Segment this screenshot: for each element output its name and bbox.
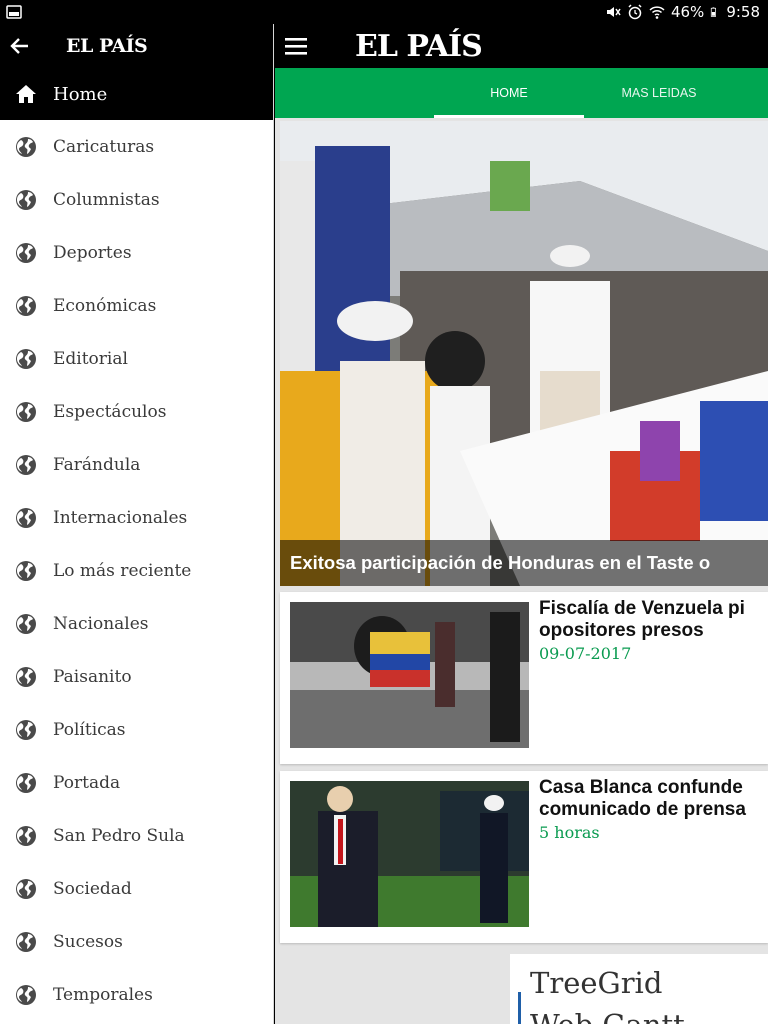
drawer-item[interactable]: Deportes [0,226,273,279]
drawer-header: EL PAÍS [0,24,273,68]
globe-icon [16,719,36,740]
drawer-item-label: Sociedad [53,878,132,899]
app-logo-text: EL PAÍS [355,29,483,64]
drawer-item[interactable]: Nacionales [0,597,273,650]
article-thumbnail [290,781,529,927]
globe-icon [16,348,36,369]
drawer-item-label: Home [53,83,108,105]
ad-accent-bar [518,992,521,1024]
tab-mas-leidas[interactable]: MAS LEIDAS [584,68,734,118]
app-logo: EL PAÍS [355,29,483,64]
drawer-item[interactable]: Caricaturas [0,120,273,173]
section-list: Caricaturas Columnistas Deportes Económicas… [0,120,273,1021]
drawer-item[interactable]: San Pedro Sula [0,809,273,862]
drawer-item[interactable]: Internacionales [0,491,273,544]
ad-banner[interactable]: TreeGrid Web Gantt [510,954,768,1024]
globe-icon [16,666,36,687]
globe-icon [16,825,36,846]
globe-icon [16,613,36,634]
drawer-item-label: San Pedro Sula [53,825,185,846]
drawer-item[interactable]: Farándula [0,438,273,491]
ad-subtitle: Web Gantt [530,1008,685,1024]
tab-home-label: HOME [490,86,528,100]
drawer-item-label: Políticas [53,719,126,740]
globe-icon [16,560,36,581]
tab-indicator [434,115,584,118]
article-card[interactable]: Casa Blanca confunde comunicado de prens… [280,771,768,943]
drawer-logo: EL PAÍS [66,35,148,57]
tab-home[interactable]: HOME [434,68,584,118]
globe-icon [16,401,36,422]
tab-bar: HOME MAS LEIDAS [275,68,768,118]
drawer-item-label: Farándula [53,454,141,475]
globe-icon [16,295,36,316]
globe-icon [16,189,36,210]
app-bar: EL PAÍS [275,24,768,68]
drawer-item[interactable]: Paisanito [0,650,273,703]
main-content: EL PAÍS HOME MAS LEIDAS Exitosa particip… [275,24,768,1024]
drawer-item[interactable]: Lo más reciente [0,544,273,597]
navigation-drawer: EL PAÍS Home Caricaturas Columnistas Depor… [0,24,274,1024]
clock: 9:58 [726,3,760,21]
globe-icon [16,136,36,157]
home-icon [16,85,36,103]
menu-icon[interactable] [285,35,307,57]
globe-icon [16,984,36,1005]
drawer-item[interactable]: Espectáculos [0,385,273,438]
article-card[interactable]: Fiscalía de Venzuela pi opositores preso… [280,592,768,764]
drawer-item-label: Deportes [53,242,132,263]
drawer-item[interactable]: Sucesos [0,915,273,968]
drawer-item-label: Editorial [53,348,128,369]
drawer-item-label: Caricaturas [53,136,155,157]
article-title: Casa Blanca confunde comunicado de prens… [539,777,746,820]
article-date: 09-07-2017 [539,644,632,663]
mute-icon [606,7,621,17]
drawer-item-label: Nacionales [53,613,149,634]
hero-image [280,121,768,586]
globe-icon [16,931,36,952]
drawer-item-label: Columnistas [53,189,160,210]
article-title: Fiscalía de Venzuela pi opositores preso… [539,598,745,641]
drawer-item[interactable]: Columnistas [0,173,273,226]
globe-icon [16,772,36,793]
drawer-item-label: Sucesos [53,931,123,952]
battery-percent: 46% [670,3,705,21]
gallery-icon [6,5,22,19]
globe-icon [16,878,36,899]
status-bar: 46% 9:58 [0,0,768,24]
wifi-icon [649,6,665,19]
article-time: 5 horas [539,823,600,842]
battery-icon [711,7,717,17]
drawer-item[interactable]: Portada [0,756,273,809]
drawer-item-label: Portada [53,772,121,793]
drawer-item-label: Internacionales [53,507,188,528]
drawer-item[interactable]: Editorial [0,332,273,385]
drawer-item-home[interactable]: Home [0,68,273,120]
drawer-item[interactable]: Temporales [0,968,273,1021]
drawer-item-label: Temporales [53,984,153,1005]
tab-mas-leidas-label: MAS LEIDAS [621,86,697,100]
alarm-icon [628,4,642,20]
globe-icon [16,242,36,263]
drawer-item[interactable]: Sociedad [0,862,273,915]
back-arrow-icon[interactable] [8,34,32,58]
hero-article[interactable]: Exitosa participación de Honduras en el … [280,121,768,586]
hero-caption: Exitosa participación de Honduras en el … [280,540,768,586]
drawer-item-label: Lo más reciente [53,560,192,581]
drawer-item-label: Espectáculos [53,401,167,422]
drawer-item-label: Paisanito [53,666,132,687]
ad-title: TreeGrid [530,966,663,1000]
article-thumbnail [290,602,529,748]
globe-icon [16,507,36,528]
globe-icon [16,454,36,475]
drawer-item-label: Económicas [53,295,157,316]
drawer-logo-text: EL PAÍS [66,35,148,57]
drawer-item[interactable]: Políticas [0,703,273,756]
drawer-item[interactable]: Económicas [0,279,273,332]
